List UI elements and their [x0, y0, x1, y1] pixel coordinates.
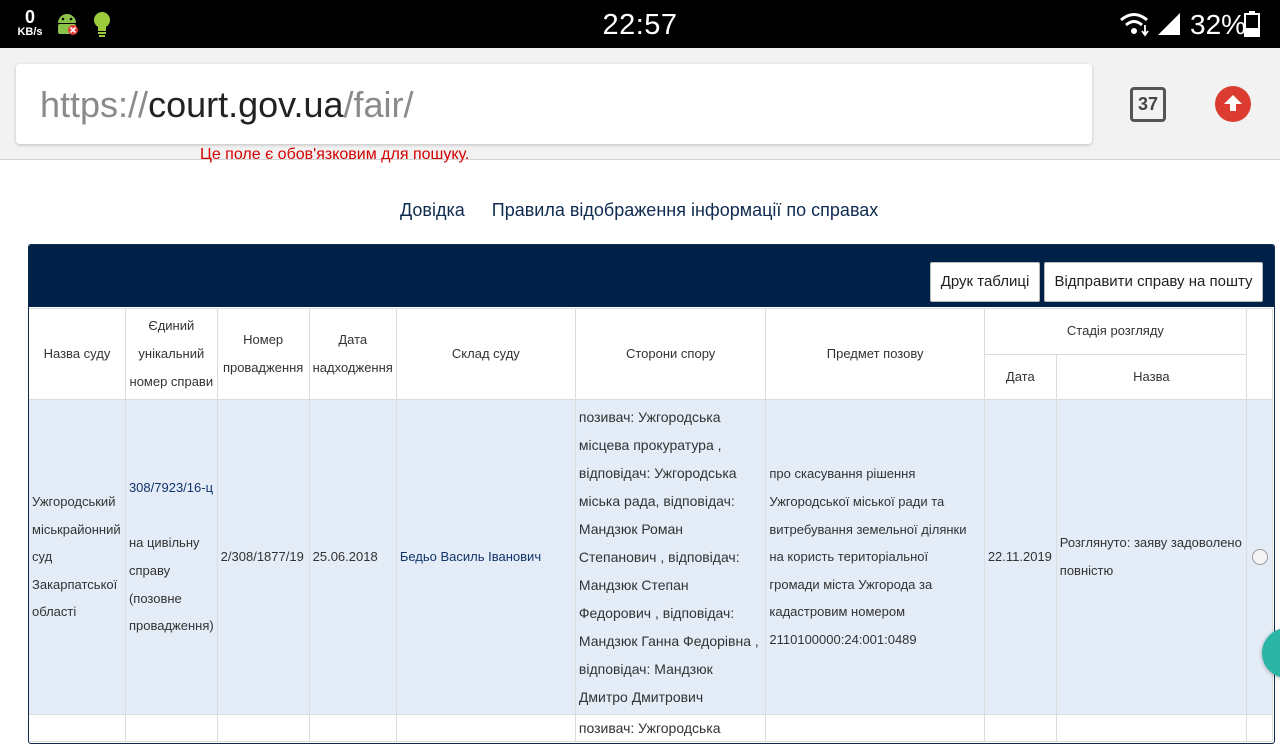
battery-icon	[1244, 11, 1260, 42]
cell-proceeding	[216, 714, 310, 742]
cell-stage-date	[983, 714, 1057, 742]
tab-switcher-button[interactable]: 37	[1130, 87, 1166, 122]
header-select	[1246, 308, 1273, 400]
header-judges: Склад суду	[395, 308, 576, 400]
help-links: Довідка Правила відображення інформації …	[400, 200, 900, 221]
cell-case-number: 308/7923/16-ц на цивільну справу (позовн…	[124, 399, 218, 715]
cell-subject	[765, 714, 985, 742]
cell-received	[308, 714, 397, 742]
cell-stage-name: Розглянуто: заяву задоволено повністю	[1055, 399, 1248, 715]
cell-stage-date: 22.11.2019	[983, 399, 1057, 715]
print-table-button[interactable]: Друк таблиці	[930, 262, 1040, 302]
url-path: /fair/	[343, 84, 414, 125]
address-bar[interactable]: https://court.gov.ua/fair/	[16, 64, 1092, 144]
cell-stage-name	[1055, 714, 1248, 742]
cell-parties: позивач: Ужгородська	[574, 714, 767, 742]
cell-court: Ужгородський міськрайонний суд Закарпатс…	[29, 399, 126, 715]
case-number-link[interactable]: 308/7923/16-ц	[129, 480, 213, 495]
row-select-radio[interactable]	[1251, 549, 1268, 565]
upload-arrow-icon	[1224, 95, 1242, 111]
cell-select	[1246, 714, 1273, 742]
header-subject: Предмет позову	[765, 308, 985, 400]
status-bar: 0 KB/s 22:57 32%	[0, 0, 1280, 48]
battery-percent: 32%	[1190, 9, 1247, 40]
cell-court	[29, 714, 126, 742]
required-field-hint: Це поле є обов'язковим для пошуку.	[200, 146, 470, 163]
header-parties: Сторони спору	[574, 308, 767, 400]
wifi-icon	[1118, 11, 1152, 42]
display-rules-link[interactable]: Правила відображення інформації по справ…	[492, 200, 879, 221]
cases-table: Назва суду Єдиний унікальний номер справ…	[29, 308, 1273, 742]
case-type: на цивільну справу (позовне провадження)	[128, 535, 214, 634]
panel-header: Друк таблиці Відправити справу на пошту	[29, 245, 1274, 307]
table-row[interactable]: позивач: Ужгородська	[29, 714, 1273, 742]
url-host: court.gov.ua	[148, 84, 344, 125]
header-stage-name: Назва	[1055, 353, 1248, 400]
header-proceeding: Номер провадження	[216, 308, 310, 400]
send-case-email-button[interactable]: Відправити справу на пошту	[1044, 262, 1263, 302]
cell-judges	[395, 714, 576, 742]
cell-proceeding: 2/308/1877/19	[216, 399, 310, 715]
header-stage: Стадія розгляду	[983, 308, 1248, 355]
cell-judges: Бедьо Василь Іванович	[395, 399, 576, 715]
header-stage-date: Дата	[983, 353, 1057, 400]
cases-panel: Друк таблиці Відправити справу на пошту …	[28, 244, 1275, 744]
cell-received: 25.06.2018	[308, 399, 397, 715]
header-received: Дата надходження	[308, 308, 397, 400]
header-court: Назва суду	[29, 308, 126, 400]
cell-subject: про скасування рішення Ужгородської місь…	[765, 399, 985, 715]
help-link[interactable]: Довідка	[400, 200, 465, 221]
table-row[interactable]: Ужгородський міськрайонний суд Закарпатс…	[29, 399, 1273, 715]
cell-signal-icon	[1156, 12, 1182, 41]
header-case-number: Єдиний унікальний номер справи	[124, 308, 218, 400]
cell-case-number	[124, 714, 218, 742]
clock: 22:57	[602, 9, 678, 41]
url-scheme: https://	[40, 84, 149, 125]
cell-parties: позивач: Ужгородська місцева прокуратура…	[574, 399, 767, 715]
upload-button[interactable]	[1215, 86, 1251, 122]
browser-toolbar: https://court.gov.ua/fair/ 37	[0, 48, 1280, 160]
